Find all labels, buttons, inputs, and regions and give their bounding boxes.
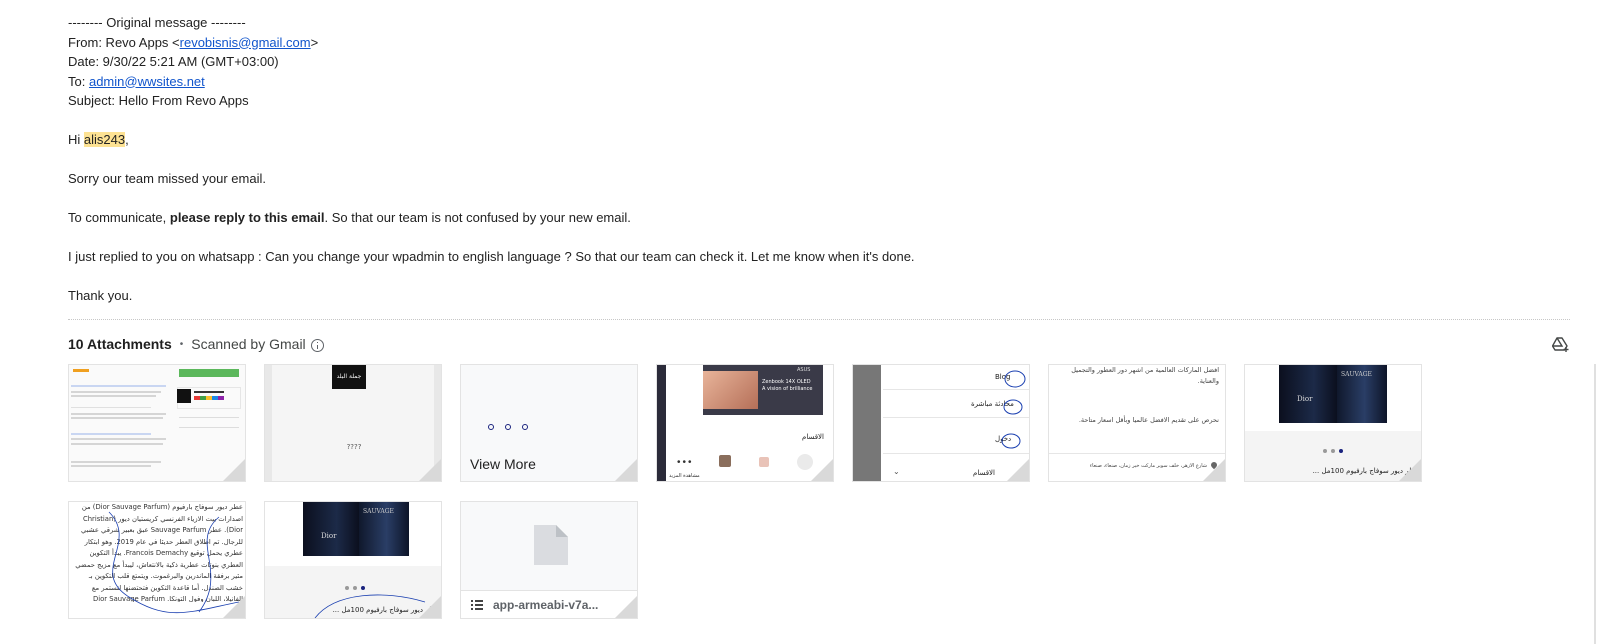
- email-body: -------- Original message -------- From:…: [68, 13, 915, 306]
- from-email-link[interactable]: revobisnis@gmail.com: [180, 35, 311, 50]
- attachment-tile-2[interactable]: جملة البلد ????: [264, 364, 442, 482]
- attachment-tile-1[interactable]: [68, 364, 246, 482]
- greeting-line: Hi alis243,: [68, 132, 129, 147]
- from-line: From: Revo Apps <revobisnis@gmail.com>: [68, 34, 319, 50]
- sorry-line: Sorry our team missed your email.: [68, 171, 266, 186]
- thanks-line: Thank you.: [68, 288, 133, 303]
- list-icon: [471, 600, 483, 610]
- original-message-header: -------- Original message --------: [68, 15, 246, 30]
- scanned-by-gmail-label: Scanned by Gmail: [191, 336, 306, 352]
- info-icon[interactable]: [310, 338, 324, 352]
- attachment-tile-8[interactable]: عطر ديور سوفاج بارفيوم (Dior Sauvage Par…: [68, 501, 246, 619]
- attachment-tile-6[interactable]: افضل الماركات العالمية من اشهر دور العطو…: [1048, 364, 1226, 482]
- whatsapp-line: I just replied to you on whatsapp : Can …: [68, 249, 915, 264]
- file-icon: [534, 525, 568, 565]
- attachment-tile-4[interactable]: Zenbook 14X OLED A vision of brilliance …: [656, 364, 834, 482]
- pen-scribble-icon: [314, 594, 426, 618]
- scrollbar[interactable]: [1594, 364, 1596, 644]
- attachment-tile-file[interactable]: app-armeabi-v7a...: [460, 501, 638, 619]
- date-line: Date: 9/30/22 5:21 AM (GMT+03:00): [68, 54, 279, 69]
- attachments-divider: [68, 319, 1570, 320]
- add-to-drive-icon[interactable]: [1552, 336, 1570, 352]
- to-line: To: admin@wwsites.net: [68, 73, 205, 89]
- greeting-name: alis243: [83, 132, 126, 147]
- file-name-label: app-armeabi-v7a...: [493, 598, 599, 612]
- attachment-tile-7[interactable]: Dior SAUVAGE عطر ديور سوفاج بارفيوم 100م…: [1244, 364, 1422, 482]
- attachments-header: 10 Attachments • Scanned by Gmail: [68, 334, 324, 354]
- tile-2-logo: جملة البلد: [332, 365, 366, 389]
- pen-scribble-icon: [108, 511, 240, 614]
- to-email-link[interactable]: admin@wwsites.net: [89, 74, 205, 89]
- communicate-line: To communicate, please reply to this ema…: [68, 210, 631, 225]
- attachment-tile-5[interactable]: Blog محادثة مباشرة دخول الاقسام ⌄: [852, 364, 1030, 482]
- attachments-count: 10 Attachments: [68, 336, 172, 352]
- attachment-tile-3[interactable]: View More: [460, 364, 638, 482]
- attachment-tile-9[interactable]: Dior SAUVAGE عطر ديور سوفاج بارفيوم 100م…: [264, 501, 442, 619]
- view-more-label: View More: [470, 456, 536, 472]
- subject-line: Subject: Hello From Revo Apps: [68, 93, 249, 108]
